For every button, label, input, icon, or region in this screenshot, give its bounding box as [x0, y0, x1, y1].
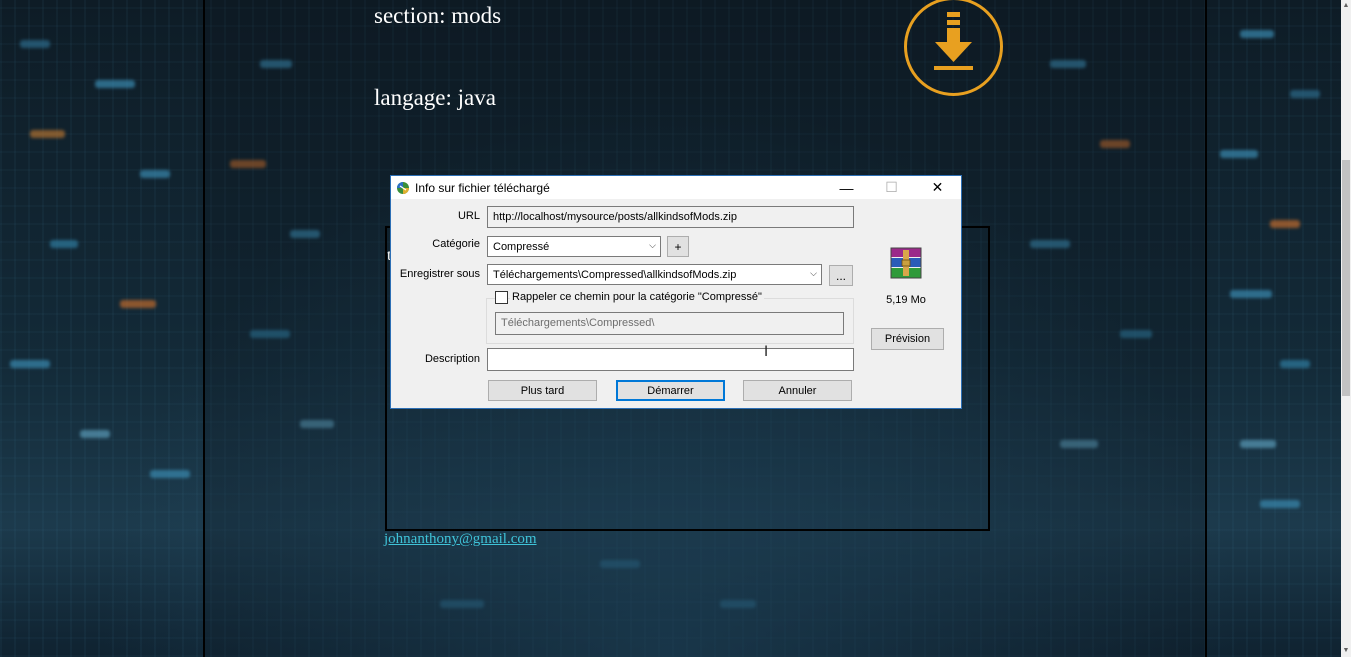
preview-button[interactable]: Prévision: [871, 328, 944, 350]
language-text: langage: java: [374, 85, 496, 110]
category-dropdown[interactable]: Compressé ⌵: [487, 236, 661, 257]
maximize-icon: ☐: [885, 179, 898, 195]
text-cursor-icon: I: [764, 344, 769, 360]
bg-light: [1290, 90, 1320, 98]
cancel-button[interactable]: Annuler: [743, 380, 852, 401]
bg-light: [50, 240, 78, 248]
remember-path-checkbox[interactable]: [495, 291, 508, 304]
bg-light: [80, 430, 110, 438]
url-label: URL: [457, 210, 480, 222]
close-icon: ✕: [931, 179, 944, 195]
page-scrollbar[interactable]: ▲ ▼: [1341, 0, 1351, 657]
bg-light: [1240, 30, 1274, 38]
chevron-down-icon: ⌵: [810, 268, 817, 278]
dialog-title: Info sur fichier téléchargé: [415, 181, 550, 195]
add-category-button[interactable]: +: [667, 236, 689, 257]
bg-light: [120, 300, 156, 308]
close-button[interactable]: ✕: [915, 176, 960, 199]
bg-light: [140, 170, 170, 178]
bg-light: [30, 130, 65, 138]
download-circle-icon[interactable]: [903, 0, 1004, 97]
save-as-dropdown[interactable]: Téléchargements\Compressed\allkindsofMod…: [487, 264, 822, 285]
description-label: Description: [424, 353, 480, 365]
bg-light: [20, 40, 50, 48]
bg-light: [1220, 150, 1258, 158]
url-field[interactable]: http://localhost/mysource/posts/allkinds…: [487, 206, 854, 228]
dialog-titlebar[interactable]: Info sur fichier téléchargé — ☐ ✕: [391, 176, 961, 199]
scroll-down-icon[interactable]: ▼: [1342, 647, 1350, 655]
save-as-label: Enregistrer sous: [399, 268, 480, 280]
remember-path-field: Téléchargements\Compressed\: [495, 312, 844, 335]
bg-light: [150, 470, 190, 478]
description-input[interactable]: [487, 348, 854, 371]
section-text: section: mods: [374, 3, 502, 28]
chevron-down-icon: ⌵: [649, 240, 656, 250]
category-label: Catégorie: [432, 238, 480, 250]
bg-light: [1280, 360, 1310, 368]
scrollbar-thumb[interactable]: [1342, 160, 1350, 396]
bg-light: [1240, 440, 1276, 448]
download-info-dialog: Info sur fichier téléchargé — ☐ ✕ URL ht…: [390, 175, 962, 409]
maximize-button[interactable]: ☐: [869, 176, 914, 199]
later-button[interactable]: Plus tard: [488, 380, 597, 401]
bg-light: [95, 80, 135, 88]
scroll-up-icon[interactable]: ▲: [1342, 2, 1350, 10]
internet-download-manager-icon: [397, 182, 409, 194]
minimize-icon: —: [839, 179, 854, 196]
bg-light: [1270, 220, 1300, 228]
file-size: 5,19 Mo: [886, 294, 926, 306]
category-value: Compressé: [493, 241, 550, 253]
save-as-value: Téléchargements\Compressed\allkindsofMod…: [493, 269, 737, 281]
winrar-archive-icon: [890, 247, 922, 279]
remember-path-label[interactable]: Rappeler ce chemin pour la catégorie "Co…: [510, 291, 764, 303]
browse-button[interactable]: ...: [829, 265, 853, 286]
start-button[interactable]: Démarrer: [616, 380, 725, 401]
email-link[interactable]: johnanthony@gmail.com: [384, 531, 537, 548]
bg-light: [1230, 290, 1272, 298]
bg-light: [1260, 500, 1300, 508]
bg-light: [10, 360, 50, 368]
minimize-button[interactable]: —: [824, 176, 869, 199]
